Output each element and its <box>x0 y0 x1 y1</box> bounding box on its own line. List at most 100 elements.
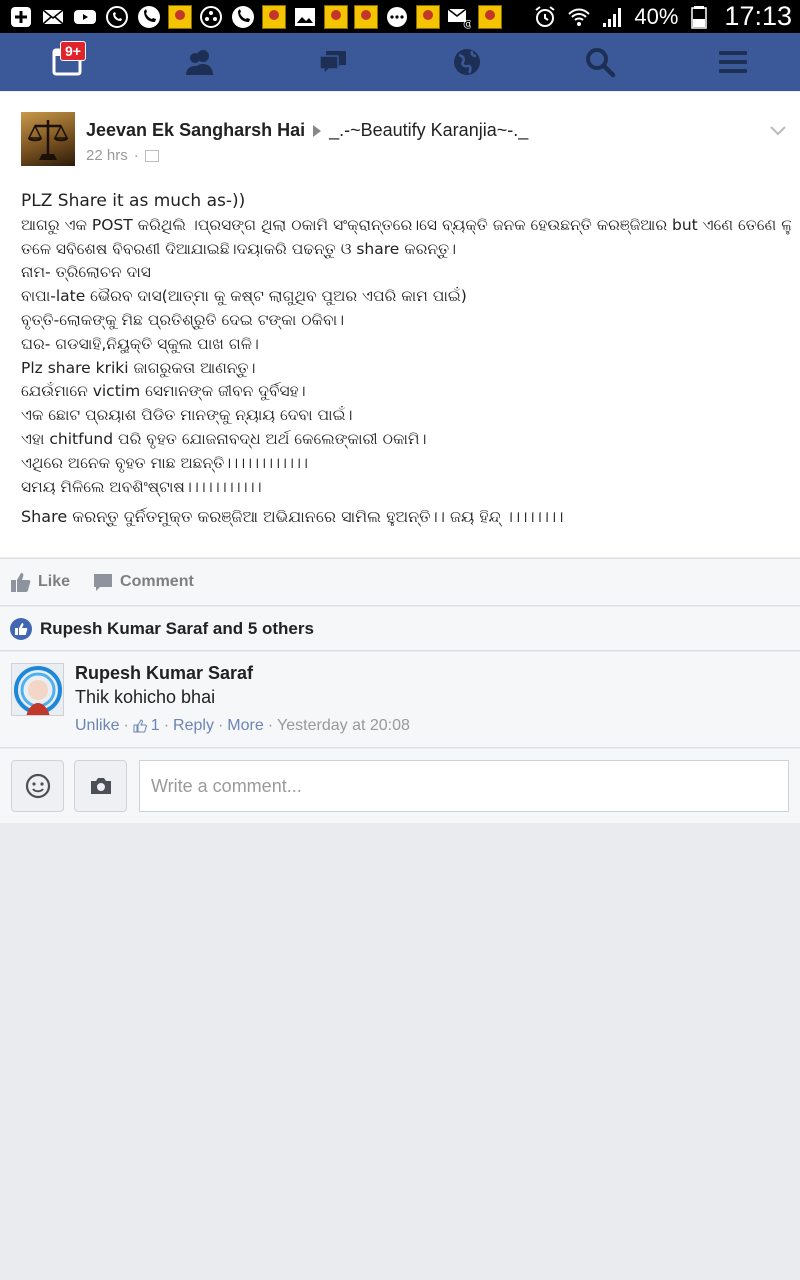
post-line: ଏଥିରେ ଅନେକ ବୃହତ ମାଛ ଅଛନ୍ତି।।।।।।।।।।।। <box>21 453 308 472</box>
post-line: ଘର- ଗଡସାହି,ନିୟୁକ୍ତି ସ୍କୁଲ ପାଖ ଗଳି। <box>21 334 259 353</box>
comment-input[interactable] <box>139 760 789 812</box>
wifi-icon <box>566 4 592 30</box>
post-card: Jeevan Ek Sangharsh Hai _.-~Beautify Kar… <box>0 92 800 557</box>
mail-icon <box>40 4 66 30</box>
meta-separator: · <box>133 147 139 164</box>
unlike-link[interactable]: Unlike <box>75 717 119 735</box>
commenter-avatar[interactable] <box>11 663 64 716</box>
post-line: ତଳେ ସବିଶେଷ ବିବରଣୀ ଦିଆଯାଇଛି।ଦୟାକରି ପଢନ୍ତୁ… <box>21 239 457 258</box>
tab-friend-requests[interactable] <box>133 33 266 91</box>
post-author-avatar[interactable] <box>21 112 75 166</box>
battery-percentage: 40% <box>634 3 679 29</box>
post-line: Plz share kriki ଜାଗରୁକତା ଆଣନ୍ତୁ। <box>21 358 256 377</box>
comment-timestamp[interactable]: Yesterday at 20:08 <box>277 717 410 735</box>
comment-item: Rupesh Kumar Saraf Thik kohicho bhai Unl… <box>0 652 800 748</box>
post-line: ଏକ ଛୋଟ ପ୍ରୟାଶ ପିଡିତ ମାନଙ୍କୁ ନ୍ୟାୟ ଦେବା ପ… <box>21 406 353 425</box>
likes-summary[interactable]: Rupesh Kumar Saraf and 5 others <box>0 607 800 651</box>
post-meta: 22 hrs · <box>86 147 159 164</box>
meta-separator: · <box>217 717 224 734</box>
image-icon <box>292 4 318 30</box>
app-notification-icon <box>262 4 286 29</box>
post-line: ବୃତ୍ତି-ଲୋକଙ୍କୁ ମିଛ ପ୍ରତିଶ୍ରୁତି ଦେଇ ଟଙ୍କା… <box>21 310 345 329</box>
tab-news-feed[interactable]: 9+ <box>0 33 133 91</box>
thumbs-up-icon <box>11 573 31 592</box>
arrow-right-icon <box>313 124 322 137</box>
chevron-down-icon[interactable] <box>770 122 786 138</box>
meta-separator: · <box>267 717 274 734</box>
status-bar: @ 40% 17:13 <box>0 0 800 33</box>
messages-icon <box>319 51 347 76</box>
comment-icon <box>94 574 113 591</box>
post-line: ନାମ- ତ୍ରିଲୋଚନ ଦାସ <box>21 263 151 282</box>
notification-badge: 9+ <box>60 41 86 61</box>
youtube-icon <box>72 4 98 30</box>
smiley-icon <box>25 773 50 799</box>
empty-area <box>0 823 800 1280</box>
like-button-label: Like <box>38 573 71 590</box>
svg-text:@: @ <box>463 19 471 29</box>
comment-meta: Unlike · 1 · Reply · More · Yesterday at… <box>75 717 410 735</box>
likes-summary-text: Rupesh Kumar Saraf and 5 others <box>40 618 314 638</box>
email-at-icon: @ <box>446 4 472 30</box>
sticker-button[interactable] <box>11 760 64 812</box>
phone-icon <box>136 4 162 30</box>
friends-icon <box>185 50 213 75</box>
post-action-bar: Like Comment <box>0 558 800 606</box>
more-link[interactable]: More <box>227 717 263 735</box>
like-reaction-icon <box>10 617 32 640</box>
clock: 17:13 <box>724 1 792 31</box>
battery-icon <box>686 4 712 30</box>
post-text: PLZ Share it as much as-)) ଆଗରୁ ଏକ POST … <box>21 190 791 529</box>
reply-link[interactable]: Reply <box>173 717 214 735</box>
post-group-name[interactable]: _.-~Beautify Karanjia~-._ <box>329 120 528 141</box>
post-line: PLZ Share it as much as-)) <box>21 191 246 211</box>
post-line: ଆଗରୁ ଏକ POST କରିଥିଲି ।ପ୍ରସଙ୍ଗ ଥିଲା ଠକାମି… <box>21 215 791 234</box>
phone-icon <box>230 4 256 30</box>
meta-separator: · <box>123 717 129 734</box>
screen: @ 40% 17:13 9+ <box>0 0 800 1280</box>
system-indicators: 40% 17:13 <box>532 1 792 32</box>
app-notification-icon <box>478 4 502 29</box>
photo-privacy-icon <box>144 149 159 162</box>
post-timestamp[interactable]: 22 hrs <box>86 147 128 164</box>
meta-separator: · <box>163 717 170 734</box>
thumbs-up-outline-icon <box>133 719 147 733</box>
comment-like-count[interactable]: 1 <box>151 717 160 735</box>
post-line: ସମୟ ମିଳିଲେ ଅବଶିଂଷ୍ଟାଷ।।।।।।।।।।। <box>21 477 262 496</box>
comment-composer <box>0 749 800 823</box>
photo-button[interactable] <box>74 760 127 812</box>
comment-button[interactable]: Comment <box>92 571 194 593</box>
tab-messages[interactable] <box>267 33 400 91</box>
post-header: Jeevan Ek Sangharsh Hai _.-~Beautify Kar… <box>86 120 528 141</box>
post-line: ବାପା-late ଭୈରବ ଦାସ(ଆତ୍ମା କୁ କଷ୍ଟ ଲାଗୁଥିବ… <box>21 287 467 306</box>
app-notification-icon <box>416 4 440 29</box>
app-notification-icon <box>168 4 192 29</box>
app-notification-icon <box>324 4 348 29</box>
top-nav-bar: 9+ <box>0 33 800 91</box>
profile-photo-icon <box>12 664 63 715</box>
chat-bubble-icon <box>384 4 410 30</box>
signal-icon <box>600 4 626 30</box>
menu-icon <box>719 51 748 73</box>
commenter-name[interactable]: Rupesh Kumar Saraf <box>75 663 253 684</box>
comment-button-label: Comment <box>120 573 194 590</box>
post-line: ଏହା chitfund ପରି ବୃହତ ଯୋଜନାବଦ୍ଧ ଅର୍ଥ କେଲ… <box>21 429 427 448</box>
post-line: Share କରନ୍ତୁ ଦୁର୍ନିତମୁକ୍ତ କରଞ୍ଜିଆ ଅଭିଯାନ… <box>21 507 564 527</box>
tab-notifications[interactable] <box>400 33 533 91</box>
add-icon <box>8 4 34 30</box>
tab-search[interactable] <box>533 33 666 91</box>
app-notification-icon <box>354 4 378 29</box>
like-button[interactable]: Like <box>10 571 70 593</box>
post-author-name[interactable]: Jeevan Ek Sangharsh Hai <box>86 120 305 141</box>
camera-icon <box>90 778 111 794</box>
tab-more[interactable] <box>667 33 800 91</box>
search-icon <box>585 48 616 78</box>
globe-icon <box>453 49 480 75</box>
comment-text: Thik kohicho bhai <box>75 687 216 707</box>
post-line: ଯେଉଁମାନେ victim ସେମାନଙ୍କ ଜୀବନ ଦୁର୍ବିସହ। <box>21 382 306 401</box>
notification-icons: @ <box>8 4 502 30</box>
whatsapp-icon <box>104 4 130 30</box>
alarm-icon <box>532 4 558 30</box>
justice-scale-icon <box>27 120 69 160</box>
dots-icon <box>198 4 224 30</box>
